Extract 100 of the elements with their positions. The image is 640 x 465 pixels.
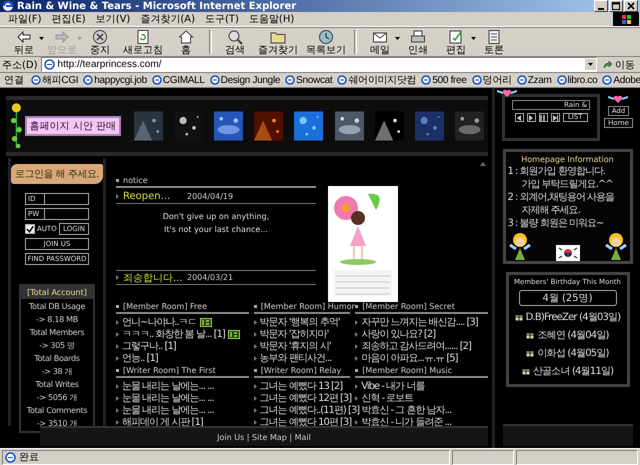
menu-item[interactable]: 도구(T) bbox=[205, 12, 239, 26]
board-title[interactable]: [Member Room] Secret bbox=[362, 302, 455, 311]
link-item[interactable]: 쉐어이미지닷컴 bbox=[348, 73, 416, 87]
link-item[interactable]: Snowcat bbox=[296, 74, 332, 86]
notice-link[interactable]: 죄송합니다... bbox=[123, 270, 183, 284]
minimize-button[interactable] bbox=[594, 0, 608, 12]
post-link[interactable]: 자꾸만 느껴지는 배신감.... [3] bbox=[361, 315, 478, 329]
post-link[interactable]: 사랑이 있나요? [2] bbox=[361, 327, 436, 341]
menu-item[interactable]: 편집(E) bbox=[52, 12, 86, 26]
arrow-icon bbox=[355, 332, 358, 336]
arrow-icon bbox=[254, 384, 257, 388]
birthday-entry[interactable]: 이화섭 (4월05일) bbox=[537, 346, 609, 360]
menu-item[interactable]: 파일(F) bbox=[8, 12, 42, 26]
board-title[interactable]: [Member Room] Music bbox=[362, 366, 452, 375]
board-title[interactable]: [Writer Room] Relay bbox=[260, 366, 342, 375]
arrow-icon bbox=[116, 408, 119, 412]
post-link[interactable]: 눈물 내리는 날에는... ... bbox=[122, 379, 214, 393]
post-link[interactable]: 죄송하고 감사드려여...... [2] bbox=[361, 339, 471, 353]
go-button[interactable]: 이동 bbox=[600, 58, 638, 72]
refresh-icon bbox=[135, 28, 151, 44]
status-pane bbox=[452, 450, 514, 464]
post-link[interactable]: 신혁 - 로보트 bbox=[361, 391, 414, 405]
link-item[interactable]: Design Jungle bbox=[220, 74, 280, 86]
arrow-icon bbox=[254, 420, 257, 424]
post-link[interactable]: 언니~나야나..ㅋㄷ bbox=[122, 315, 197, 329]
link-item[interactable]: happycgi.job bbox=[94, 74, 147, 86]
birthday-entry[interactable]: 조혜연 (4월04일) bbox=[537, 328, 609, 342]
stats-text: Total Boards bbox=[34, 353, 80, 364]
arrow-icon bbox=[355, 408, 358, 412]
post-link[interactable]: Vibe - 내가 너를 bbox=[361, 379, 424, 393]
link-item[interactable]: 덩어리 bbox=[482, 73, 512, 87]
post-link[interactable]: 눈물 내리는 날에는... ... bbox=[122, 391, 214, 405]
page-icon bbox=[337, 75, 348, 85]
post-link[interactable]: 박효신 - 그 흔한 남자... bbox=[361, 403, 452, 417]
toolbar-button[interactable]: 홈 bbox=[168, 28, 204, 56]
banner-label[interactable]: 홈페이지 시안 판매 bbox=[24, 116, 122, 136]
pause-button[interactable] bbox=[538, 113, 548, 122]
gift-icon bbox=[522, 367, 530, 375]
toolbar-button[interactable]: 토론 bbox=[476, 28, 512, 56]
menu-item[interactable]: 도움말(H) bbox=[248, 12, 294, 26]
toolbar-button[interactable]: 중지 bbox=[82, 28, 118, 56]
maximize-button[interactable] bbox=[609, 0, 623, 12]
page-icon bbox=[152, 75, 162, 85]
post-link[interactable]: 마음이 아파요...ㅠ.ㅠ [5] bbox=[361, 351, 458, 365]
toolbar-button[interactable]: 인쇄 bbox=[400, 28, 436, 56]
maximize-icon bbox=[612, 2, 620, 10]
toolbar-button[interactable]: 메일 bbox=[362, 28, 398, 56]
link-item[interactable]: CGIMALL bbox=[162, 74, 205, 86]
post-link[interactable]: 그렇구나.. [1] bbox=[122, 339, 176, 353]
address-field[interactable]: http://tearprincess.com/ bbox=[40, 57, 597, 72]
previous-button[interactable] bbox=[514, 113, 524, 122]
toolbar-button[interactable]: 검색 bbox=[217, 28, 253, 56]
page-icon bbox=[421, 75, 432, 85]
arrow-icon bbox=[254, 344, 257, 348]
birthday-entry[interactable]: D.B)FreeZer (4월03일) bbox=[526, 310, 620, 324]
menu-item[interactable]: 보기(V) bbox=[96, 12, 130, 26]
post-link[interactable]: 농부와 팬티사건... bbox=[260, 351, 332, 365]
page-icon bbox=[516, 75, 527, 85]
korean-flag-icon bbox=[556, 245, 580, 261]
post-link[interactable]: 언능.. [1] bbox=[122, 351, 158, 365]
play-button[interactable] bbox=[526, 113, 536, 122]
stats-text: -> 305 명 bbox=[39, 340, 75, 351]
page-icon bbox=[44, 59, 55, 70]
close-button[interactable] bbox=[624, 0, 638, 12]
birthday-entry[interactable]: 산골소녀 (4월11일) bbox=[532, 364, 614, 378]
arrow-icon bbox=[355, 420, 358, 424]
status-text: 완료 bbox=[19, 451, 39, 464]
scroll-up-icon[interactable] bbox=[480, 162, 486, 166]
toolbar-button[interactable]: 즐겨찾기 bbox=[255, 28, 301, 56]
next-button[interactable] bbox=[550, 113, 560, 122]
auto-login-checkbox[interactable] bbox=[25, 224, 35, 234]
stats-text: Total Comments bbox=[26, 405, 88, 416]
toolbar-button[interactable]: 목록보기 bbox=[303, 28, 349, 56]
arrow-icon bbox=[116, 332, 119, 336]
board-title[interactable]: [Member Room] Humor bbox=[260, 302, 355, 311]
post-link[interactable]: ㅋㅋㅋ.. 화창한 봄 날... [1] bbox=[122, 327, 225, 341]
toolbar-button[interactable]: 새로고침 bbox=[120, 28, 166, 56]
arrow-icon bbox=[116, 194, 119, 199]
post-link[interactable]: 눈물 내리는 날에는... ... bbox=[122, 403, 214, 417]
post-link[interactable]: 박문자 '잡히지마' bbox=[260, 327, 328, 341]
link-item[interactable]: libro.co bbox=[568, 74, 598, 86]
link-item[interactable]: 500 free bbox=[432, 74, 467, 86]
footer-links[interactable]: Join Us | Site Map | Mail bbox=[217, 432, 311, 442]
board-title[interactable]: [Writer Room] The First bbox=[123, 366, 216, 375]
notice-link[interactable]: Reopen... bbox=[123, 191, 183, 202]
toolbar-button[interactable]: 뒤로 bbox=[6, 28, 42, 56]
post-link[interactable]: 박문자 '행복의 추억' bbox=[260, 315, 340, 329]
link-item[interactable]: Adobe bbox=[613, 74, 640, 86]
arrow-icon bbox=[355, 384, 358, 388]
toolbar-button[interactable]: 편집 bbox=[438, 28, 474, 56]
link-item[interactable]: 해피CGI bbox=[42, 73, 78, 87]
post-link[interactable]: 박효신 - 니가 들려준 ... bbox=[361, 415, 452, 429]
link-item[interactable]: Zzam bbox=[528, 74, 552, 86]
heart-icon bbox=[608, 94, 628, 104]
board-title[interactable]: [Member Room] Free bbox=[123, 302, 207, 311]
post-link[interactable]: 그녀는 예뻤다 12편 [3] bbox=[260, 391, 352, 405]
arrow-icon bbox=[116, 396, 119, 400]
post-link[interactable]: 그녀는 예뻤다 13 [2] bbox=[260, 379, 342, 393]
post-link[interactable]: 박문자 '휴지의 시' bbox=[260, 339, 331, 353]
menu-item[interactable]: 즐겨찾기(A) bbox=[140, 12, 195, 26]
